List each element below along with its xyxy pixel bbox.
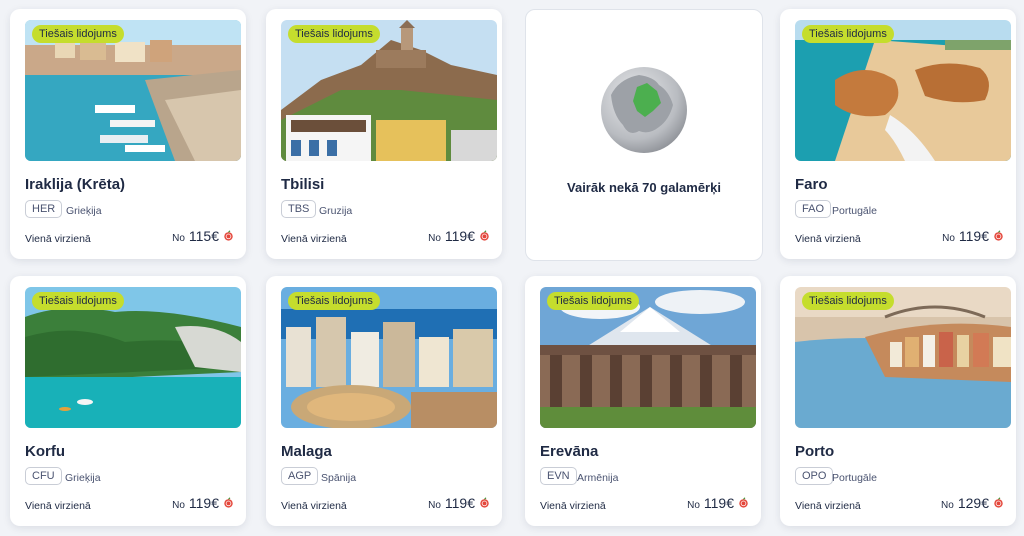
destination-card-tbilisi[interactable]: Tiešais lidojums Tbilisi TBS Gruzija Vie… (266, 9, 502, 259)
direct-flight-badge: Tiešais lidojums (547, 292, 639, 310)
price-from-label: No (942, 233, 955, 244)
price-from-label: No (172, 233, 185, 244)
price-amount: 119€ (444, 495, 475, 511)
destination-image: Tiešais lidojums (25, 287, 241, 428)
apple-icon (479, 230, 490, 241)
country-name: Grieķija (66, 205, 102, 217)
apple-icon (479, 497, 490, 508)
more-destinations-card[interactable]: Vairāk nekā 70 galamērķi (525, 9, 763, 261)
price: No 119€ (428, 495, 490, 511)
city-name: Erevāna (540, 443, 599, 460)
city-name: Tbilisi (281, 176, 325, 193)
destination-image: Tiešais lidojums (281, 20, 497, 161)
country-name: Spānija (321, 472, 357, 484)
destination-card-erevana[interactable]: Tiešais lidojums Erevāna EVN Armēnija Vi… (525, 276, 761, 526)
more-destinations-label: Vairāk nekā 70 galamērķi (567, 180, 721, 195)
direct-flight-badge: Tiešais lidojums (288, 292, 380, 310)
apple-icon (223, 497, 234, 508)
one-way-label: Vienā virzienā (281, 500, 347, 512)
airport-code: OPO (795, 467, 834, 485)
city-name: Porto (795, 443, 835, 460)
destination-card-korfu[interactable]: Tiešais lidojums Korfu CFU Grieķija Vien… (10, 276, 246, 526)
country-name: Grieķija (65, 472, 101, 484)
price: No 119€ (942, 228, 1004, 244)
price-amount: 115€ (188, 228, 219, 244)
direct-flight-badge: Tiešais lidojums (802, 25, 894, 43)
destination-image: Tiešais lidojums (25, 20, 241, 161)
price-amount: 119€ (188, 495, 219, 511)
airport-code: AGP (281, 467, 319, 485)
airport-code: FAO (795, 200, 832, 218)
destination-card-malaga[interactable]: Tiešais lidojums Malaga AGP Spānija Vien… (266, 276, 502, 526)
airport-code: HER (25, 200, 63, 218)
airport-code: CFU (25, 467, 62, 485)
direct-flight-badge: Tiešais lidojums (32, 292, 124, 310)
direct-flight-badge: Tiešais lidojums (802, 292, 894, 310)
country-name: Portugāle (832, 205, 877, 217)
price-from-label: No (941, 500, 954, 511)
apple-icon (738, 497, 749, 508)
one-way-label: Vienā virzienā (795, 500, 861, 512)
one-way-label: Vienā virzienā (25, 233, 91, 245)
destination-image: Tiešais lidojums (795, 287, 1011, 428)
country-name: Gruzija (319, 205, 353, 217)
globe-icon (601, 67, 687, 153)
destination-card-porto[interactable]: Tiešais lidojums Porto OPO Portugāle Vie… (780, 276, 1016, 526)
airport-code: EVN (540, 467, 577, 485)
destination-image: Tiešais lidojums (795, 20, 1011, 161)
direct-flight-badge: Tiešais lidojums (288, 25, 380, 43)
price: No 119€ (428, 228, 490, 244)
country-name: Armēnija (577, 472, 619, 484)
price-amount: 129€ (957, 495, 989, 511)
one-way-label: Vienā virzienā (281, 233, 347, 245)
apple-icon (993, 230, 1004, 241)
price-amount: 119€ (444, 228, 475, 244)
one-way-label: Vienā virzienā (540, 500, 606, 512)
price: No 129€ (941, 495, 1004, 511)
price-amount: 119€ (958, 228, 989, 244)
price: No 119€ (172, 495, 234, 511)
price-amount: 119€ (703, 495, 734, 511)
destination-card-iraklija[interactable]: Tiešais lidojums Iraklija (Krēta) HER Gr… (10, 9, 246, 259)
one-way-label: Vienā virzienā (795, 233, 861, 245)
apple-icon (993, 497, 1004, 508)
direct-flight-badge: Tiešais lidojums (32, 25, 124, 43)
city-name: Faro (795, 176, 828, 193)
city-name: Iraklija (Krēta) (25, 176, 126, 193)
price: No 115€ (172, 228, 234, 244)
price-from-label: No (428, 233, 441, 244)
price-from-label: No (428, 500, 441, 511)
airport-code: TBS (281, 200, 317, 218)
price: No 119€ (687, 495, 749, 511)
country-name: Portugāle (832, 472, 877, 484)
price-from-label: No (687, 500, 700, 511)
one-way-label: Vienā virzienā (25, 500, 91, 512)
city-name: Malaga (281, 443, 332, 460)
apple-icon (223, 230, 234, 241)
destination-image: Tiešais lidojums (540, 287, 756, 428)
destination-image: Tiešais lidojums (281, 287, 497, 428)
price-from-label: No (172, 500, 185, 511)
city-name: Korfu (25, 443, 65, 460)
destination-card-faro[interactable]: Tiešais lidojums Faro FAO Portugāle Vien… (780, 9, 1016, 259)
